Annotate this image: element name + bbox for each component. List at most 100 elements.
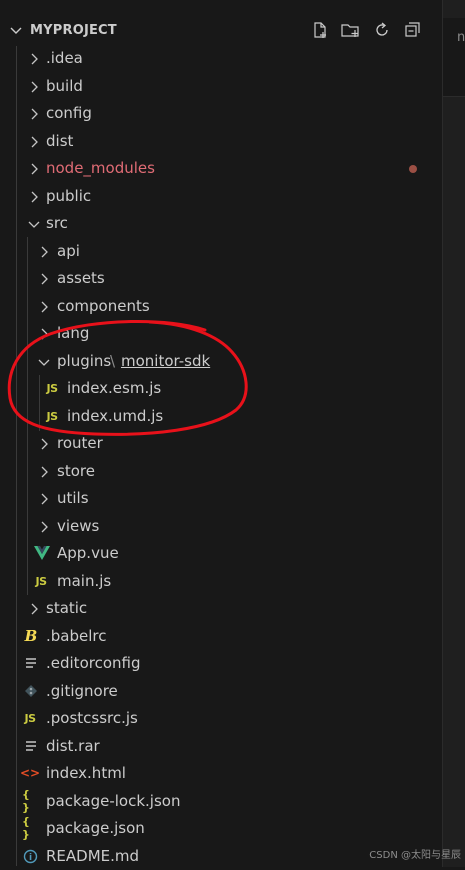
tree-file-main-js[interactable]: JS main.js: [0, 568, 442, 595]
chevron-right-icon: [27, 161, 41, 175]
new-file-icon[interactable]: [309, 19, 331, 41]
tree-item-label: README.md: [46, 847, 139, 865]
refresh-icon[interactable]: [371, 19, 393, 41]
tree-file-package-lock[interactable]: { } package-lock.json: [0, 788, 442, 815]
tree-item-label: components: [57, 297, 150, 315]
tree-folder-plugins-monitor-sdk[interactable]: plugins \ monitor-sdk: [0, 348, 442, 375]
tree-folder-static[interactable]: static: [0, 595, 442, 622]
new-folder-icon[interactable]: [340, 19, 362, 41]
tree-folder-components[interactable]: components: [0, 293, 442, 320]
tree-item-label: lang: [57, 324, 89, 342]
tree-item-label: api: [57, 242, 80, 260]
tree-item-label: router: [57, 434, 103, 452]
json-file-icon: { }: [22, 793, 38, 809]
tree-folder-src[interactable]: src: [0, 210, 442, 237]
tree-folder-idea[interactable]: .idea: [0, 45, 442, 72]
editor-tab-edge[interactable]: n: [443, 18, 465, 97]
tree-file-package-json[interactable]: { } package.json: [0, 815, 442, 842]
tree-file-gitignore[interactable]: .gitignore: [0, 678, 442, 705]
tree-folder-assets[interactable]: assets: [0, 265, 442, 292]
html-file-icon: <>: [22, 765, 38, 781]
tree-folder-node-modules[interactable]: node_modules: [0, 155, 442, 182]
chevron-right-icon: [37, 436, 51, 450]
tab-partial-label: n: [457, 30, 465, 45]
tree-item-label: .idea: [46, 49, 83, 67]
tree-folder-router[interactable]: router: [0, 430, 442, 457]
tree-item-label: .postcssrc.js: [46, 709, 138, 727]
modified-dot-icon: [409, 165, 417, 173]
tree-item-label: dist.rar: [46, 737, 100, 755]
tree-file-babelrc[interactable]: B .babelrc: [0, 623, 442, 650]
tree-item-label: index.html: [46, 764, 126, 782]
explorer-panel: ··· ···· ·· ··· MYPROJECT .idea: [0, 0, 442, 867]
chevron-right-icon: [37, 519, 51, 533]
js-file-icon: JS: [33, 573, 49, 589]
tree-folder-utils[interactable]: utils: [0, 485, 442, 512]
tree-item-label: config: [46, 104, 92, 122]
tree-item-label: static: [46, 599, 87, 617]
chevron-right-icon: [27, 51, 41, 65]
js-file-icon: JS: [44, 380, 60, 396]
vue-file-icon: [34, 545, 50, 561]
tree-item-label: index.umd.js: [67, 407, 163, 425]
file-lines-icon: [23, 738, 39, 754]
tree-item-label: store: [57, 462, 95, 480]
tree-item-label: main.js: [57, 572, 111, 590]
tree-item-label: src: [46, 214, 68, 232]
chevron-right-icon: [37, 244, 51, 258]
watermark: CSDN @太阳与星辰: [369, 846, 461, 861]
path-separator: \: [110, 352, 115, 370]
tree-folder-views[interactable]: views: [0, 513, 442, 540]
tree-item-label: package.json: [46, 819, 145, 837]
tree-file-index-html[interactable]: <> index.html: [0, 760, 442, 787]
tree-item-label: views: [57, 517, 99, 535]
chevron-down-icon: [37, 354, 51, 368]
settings-lines-icon: [23, 655, 39, 671]
json-file-icon: { }: [22, 820, 38, 836]
tree-item-label: dist: [46, 132, 73, 150]
chevron-right-icon: [37, 491, 51, 505]
tree-file-index-umd[interactable]: JS index.umd.js: [0, 403, 442, 430]
tree-folder-config[interactable]: config: [0, 100, 442, 127]
js-file-icon: JS: [22, 710, 38, 726]
chevron-right-icon: [27, 79, 41, 93]
chevron-right-icon: [37, 271, 51, 285]
tree-file-postcssrc[interactable]: JS .postcssrc.js: [0, 705, 442, 732]
explorer-actions: [309, 19, 424, 41]
tree-folder-lang[interactable]: lang: [0, 320, 442, 347]
info-icon: i: [22, 848, 38, 864]
chevron-right-icon: [37, 299, 51, 313]
project-section-header[interactable]: MYPROJECT: [0, 16, 442, 46]
chevron-right-icon: [37, 326, 51, 340]
tree-item-label: App.vue: [57, 544, 119, 562]
partial-title: ··· ···· ·· ···: [30, 0, 87, 6]
tree-item-label: .editorconfig: [46, 654, 140, 672]
tree-item-label: node_modules: [46, 159, 155, 177]
js-file-icon: JS: [44, 408, 60, 424]
tree-folder-store[interactable]: store: [0, 458, 442, 485]
tree-file-index-esm[interactable]: JS index.esm.js: [0, 375, 442, 402]
tree-item-label: index.esm.js: [67, 379, 161, 397]
tree-file-dist-rar[interactable]: dist.rar: [0, 733, 442, 760]
editor-edge: n: [442, 0, 465, 867]
tree-file-app-vue[interactable]: App.vue: [0, 540, 442, 567]
tree-folder-public[interactable]: public: [0, 183, 442, 210]
tree-folder-api[interactable]: api: [0, 238, 442, 265]
tree-folder-dist[interactable]: dist: [0, 128, 442, 155]
tree-item-label: package-lock.json: [46, 792, 180, 810]
chevron-right-icon: [37, 464, 51, 478]
collapse-all-icon[interactable]: [402, 19, 424, 41]
chevron-down-icon: [8, 22, 24, 38]
tree-item-label: assets: [57, 269, 105, 287]
chevron-right-icon: [27, 601, 41, 615]
babel-file-icon: B: [23, 628, 39, 644]
git-file-icon: [23, 683, 39, 699]
tree-folder-build[interactable]: build: [0, 73, 442, 100]
compact-folder-label: monitor-sdk: [121, 352, 210, 370]
tree-file-editorconfig[interactable]: .editorconfig: [0, 650, 442, 677]
tree-item-label: public: [46, 187, 91, 205]
chevron-right-icon: [27, 134, 41, 148]
project-title: MYPROJECT: [30, 23, 117, 38]
chevron-right-icon: [27, 189, 41, 203]
tree-item-label: .babelrc: [46, 627, 106, 645]
